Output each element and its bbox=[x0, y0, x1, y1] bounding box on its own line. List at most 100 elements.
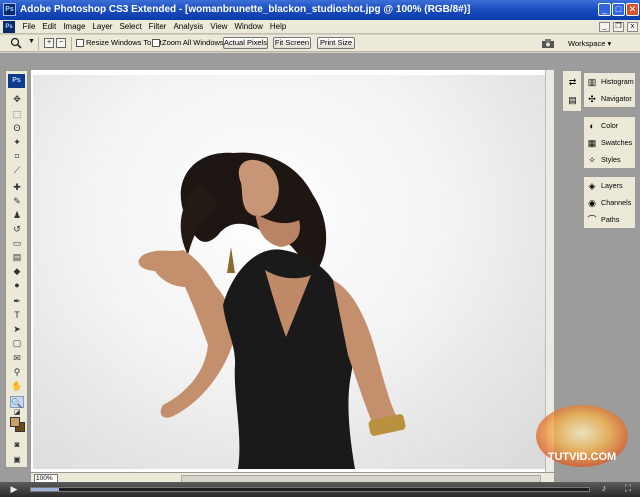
menu-layer[interactable]: Layer bbox=[89, 22, 116, 31]
close-button[interactable]: ✕ bbox=[626, 3, 639, 16]
panel-label: Paths bbox=[601, 215, 620, 224]
default-colors-icon[interactable]: ◪ bbox=[10, 407, 24, 419]
menu-edit[interactable]: Edit bbox=[39, 22, 60, 31]
maximize-button[interactable]: □ bbox=[612, 3, 625, 16]
fullscreen-button[interactable]: ⛶ bbox=[620, 483, 636, 495]
panel-tab-paths[interactable]: ⌒ Paths bbox=[584, 211, 635, 228]
lasso-tool-icon[interactable]: ʘ bbox=[10, 122, 24, 134]
screen-mode-icon[interactable]: ▣ bbox=[10, 454, 24, 466]
clone-stamp-tool-icon[interactable]: ♟ bbox=[10, 209, 24, 221]
panel-tab-histogram[interactable]: ▥ Histogram bbox=[584, 73, 635, 90]
progress-bar[interactable] bbox=[30, 487, 590, 492]
tutvid-watermark-logo: TUTVID.COM bbox=[536, 405, 628, 467]
photoshop-logo-icon[interactable]: Ps bbox=[8, 74, 25, 88]
brush-tool-icon[interactable]: ✎ bbox=[10, 195, 24, 207]
menu-filter[interactable]: Filter bbox=[145, 22, 170, 31]
panel-group-histogram-navigator: ▥ Histogram ✣ Navigator bbox=[583, 72, 636, 108]
photoshop-app-icon[interactable]: Ps bbox=[3, 3, 16, 16]
panel-tab-styles[interactable]: ✧ Styles bbox=[584, 151, 635, 168]
document-icon[interactable]: Ps bbox=[3, 21, 15, 33]
resize-windows-label: Resize Windows To Fit bbox=[86, 38, 162, 47]
pen-tool-icon[interactable]: ✒ bbox=[10, 295, 24, 307]
slice-tool-icon[interactable]: ⟋ bbox=[10, 164, 24, 176]
minimize-button[interactable]: _ bbox=[598, 3, 611, 16]
tool-presets-icon[interactable]: ⇄ bbox=[566, 76, 579, 88]
eyedropper-tool-icon[interactable]: ⚲ bbox=[10, 366, 24, 378]
fit-screen-button[interactable]: Fit Screen bbox=[273, 37, 311, 49]
color-icon: ◐ bbox=[589, 120, 595, 131]
panel-label: Swatches bbox=[601, 138, 633, 147]
panel-tab-navigator[interactable]: ✣ Navigator bbox=[584, 90, 635, 107]
panel-label: Layers bbox=[601, 181, 623, 190]
watermark-text: TUTVID.COM bbox=[548, 451, 616, 463]
workspace-menu[interactable]: Workspace ▾ bbox=[568, 39, 611, 48]
window-title: Adobe Photoshop CS3 Extended - [womanbru… bbox=[20, 4, 471, 15]
panel-group-layers-channels-paths: ◈ Layers ◉ Channels ⌒ Paths bbox=[583, 176, 636, 229]
path-selection-tool-icon[interactable]: ➤ bbox=[10, 323, 24, 335]
panel-tab-color[interactable]: ◐ Color bbox=[584, 117, 635, 134]
swatches-icon: ▦ bbox=[587, 137, 597, 148]
shape-tool-icon[interactable]: ▢ bbox=[10, 337, 24, 349]
type-tool-icon[interactable]: T bbox=[10, 309, 24, 321]
panel-tab-swatches[interactable]: ▦ Swatches bbox=[584, 134, 635, 151]
panel-tab-channels[interactable]: ◉ Channels bbox=[584, 194, 635, 211]
tool-preset-caret-icon[interactable]: ▼ bbox=[28, 38, 35, 45]
image-canvas[interactable] bbox=[33, 75, 552, 469]
options-bar: ▼ + − Resize Windows To Fit Zoom All Win… bbox=[0, 35, 640, 52]
menu-select[interactable]: Select bbox=[116, 22, 145, 31]
healing-brush-tool-icon[interactable]: ✚ bbox=[10, 181, 24, 193]
title-bar: Ps Adobe Photoshop CS3 Extended - [woman… bbox=[0, 0, 640, 20]
panel-label: Styles bbox=[601, 155, 621, 164]
channels-icon: ◉ bbox=[588, 197, 596, 208]
marquee-tool-icon[interactable]: ⬚ bbox=[10, 108, 24, 120]
eraser-tool-icon[interactable]: ▭ bbox=[10, 237, 24, 249]
blur-tool-icon[interactable]: ◆ bbox=[10, 265, 24, 277]
checkbox-box[interactable] bbox=[152, 38, 160, 47]
menu-view[interactable]: View bbox=[207, 22, 231, 31]
document-minimize-button[interactable]: _ bbox=[599, 22, 610, 32]
progress-fill bbox=[31, 488, 59, 491]
play-button[interactable]: ▶ bbox=[4, 484, 24, 495]
document-window: 100% bbox=[31, 70, 554, 484]
magic-wand-tool-icon[interactable]: ✦ bbox=[10, 136, 24, 148]
zoom-out-button[interactable]: − bbox=[56, 38, 66, 48]
move-tool-icon[interactable]: ✥ bbox=[10, 93, 24, 105]
zoom-in-button[interactable]: + bbox=[44, 38, 54, 48]
options-separator bbox=[38, 37, 39, 50]
options-separator bbox=[71, 37, 72, 50]
histogram-icon: ▥ bbox=[587, 76, 597, 87]
toolbox: Ps ◙ ▣ ✥ ⬚ ʘ ✦ ⌗ ⟋ ✚ ✎ ♟ ↺ ▭ ▤ ◆ ● ✒ T ➤ ▢ ✉ ⚲ ✋ 🔍 ◪ bbox=[5, 70, 28, 468]
menu-file[interactable]: File bbox=[19, 22, 39, 31]
menu-bar: Ps File Edit Image Layer Select Filter Analysi… bbox=[0, 20, 640, 34]
history-brush-tool-icon[interactable]: ↺ bbox=[10, 223, 24, 235]
zoom-tool-preset-icon[interactable] bbox=[10, 37, 22, 49]
file-browser-icon[interactable] bbox=[541, 38, 555, 49]
quick-mask-icon[interactable]: ◙ bbox=[10, 439, 24, 451]
menu-analysis[interactable]: Analysis bbox=[170, 22, 207, 31]
gradient-tool-icon[interactable]: ▤ bbox=[10, 251, 24, 263]
crop-tool-icon[interactable]: ⌗ bbox=[10, 150, 24, 162]
layer-comps-icon[interactable]: ▤ bbox=[566, 94, 579, 106]
menu-window[interactable]: Window bbox=[231, 22, 266, 31]
menu-image[interactable]: Image bbox=[60, 22, 89, 31]
document-restore-button[interactable]: ❐ bbox=[613, 22, 624, 32]
actual-pixels-button[interactable]: Actual Pixels bbox=[223, 37, 268, 49]
navigator-icon: ✣ bbox=[588, 93, 596, 104]
hand-tool-icon[interactable]: ✋ bbox=[10, 380, 24, 392]
panel-label: Channels bbox=[601, 198, 632, 207]
collapsed-panel-strip: ⇄ ▤ bbox=[562, 70, 582, 112]
panel-group-color-swatches-styles: ◐ Color ▦ Swatches ✧ Styles bbox=[583, 116, 636, 169]
volume-button[interactable]: ♪ bbox=[596, 483, 612, 495]
panel-tab-layers[interactable]: ◈ Layers bbox=[584, 177, 635, 194]
zoom-all-windows-checkbox[interactable]: Zoom All Windows bbox=[152, 38, 224, 47]
menu-help[interactable]: Help bbox=[266, 22, 289, 31]
print-size-button[interactable]: Print Size bbox=[317, 37, 355, 49]
document-close-button[interactable]: x bbox=[627, 22, 638, 32]
zoom-all-windows-label: Zoom All Windows bbox=[162, 38, 224, 47]
layers-icon: ◈ bbox=[588, 180, 596, 191]
notes-tool-icon[interactable]: ✉ bbox=[10, 352, 24, 364]
resize-windows-checkbox[interactable]: Resize Windows To Fit bbox=[76, 38, 162, 47]
dodge-tool-icon[interactable]: ● bbox=[10, 279, 24, 291]
styles-icon: ✧ bbox=[588, 154, 596, 165]
checkbox-box[interactable] bbox=[76, 38, 84, 47]
